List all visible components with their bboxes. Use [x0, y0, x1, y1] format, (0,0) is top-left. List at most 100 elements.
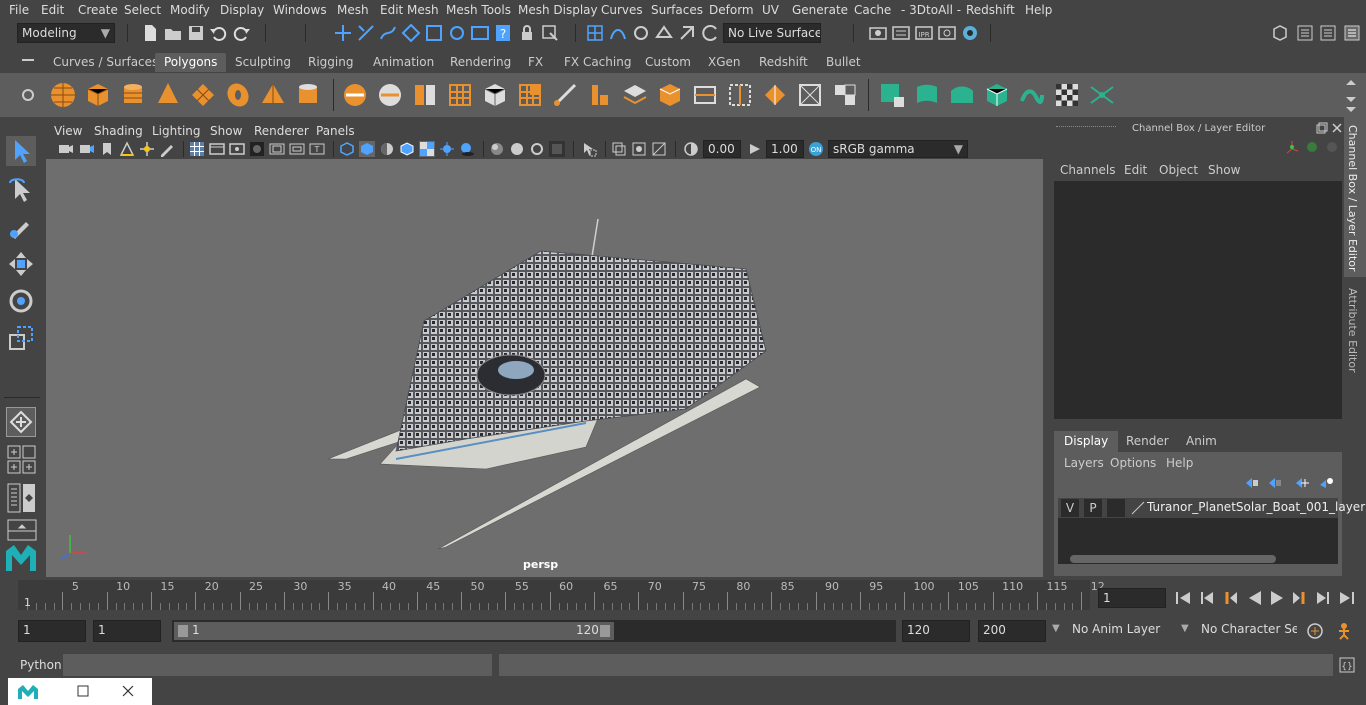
play-forwards-icon[interactable] [1268, 589, 1286, 607]
film-gate-icon[interactable] [209, 141, 225, 157]
menu-edit[interactable]: Edit [41, 3, 64, 17]
anti-aliasing-icon[interactable] [529, 141, 545, 157]
default-material-icon[interactable] [379, 141, 395, 157]
options-menu[interactable]: Options [1110, 456, 1156, 470]
snap-curve-icon[interactable] [608, 23, 628, 43]
step-back-icon[interactable] [1198, 589, 1216, 607]
tab-animation[interactable]: Animation [373, 53, 434, 72]
step-forward-key-icon[interactable] [1290, 589, 1308, 607]
playback-start-field[interactable]: 1 [93, 620, 161, 642]
color-management-icon[interactable]: ON [808, 141, 824, 157]
snap-to-view-icon[interactable] [470, 23, 490, 43]
go-to-end-icon[interactable] [1338, 589, 1356, 607]
channels-menu[interactable]: Channels [1060, 163, 1116, 177]
step-forward-icon[interactable] [1314, 589, 1332, 607]
menu-generate[interactable]: Generate [792, 3, 848, 17]
lock-icon[interactable] [517, 23, 537, 43]
bridge-icon[interactable] [621, 81, 649, 109]
layer-color-swatch-icon[interactable] [1131, 501, 1145, 515]
snap-point-icon[interactable] [631, 23, 651, 43]
append-icon[interactable] [656, 81, 684, 109]
grease-pencil-icon[interactable] [159, 141, 175, 157]
exposure-field[interactable]: 0.00 [703, 140, 741, 158]
tab-fx[interactable]: FX [528, 53, 543, 72]
select-by-hierarchy-icon[interactable] [333, 23, 353, 43]
smooth-icon[interactable] [411, 81, 439, 109]
snap-to-grid-icon[interactable] [401, 23, 421, 43]
range-slider-bar[interactable]: 1 120 [174, 622, 614, 640]
menu-mesh[interactable]: Mesh [337, 3, 369, 17]
offset-edge-loop-icon[interactable] [761, 81, 789, 109]
menu-deform[interactable]: Deform [709, 3, 754, 17]
chevron-down-icon[interactable]: ▼ [1052, 623, 1060, 634]
fill-hole-icon[interactable] [691, 81, 719, 109]
tab-custom[interactable]: Custom [645, 53, 691, 72]
menu-edit-mesh[interactable]: Edit Mesh [380, 3, 439, 17]
uv-cylindrical-icon[interactable] [913, 81, 941, 109]
animation-prefs-icon[interactable] [1334, 622, 1354, 640]
anim-layer-dropdown[interactable]: No Anim Layer [1068, 620, 1174, 642]
field-chart-icon[interactable] [269, 141, 285, 157]
new-scene-icon[interactable] [140, 23, 160, 43]
poly-pipe-icon[interactable] [294, 81, 322, 109]
move-layer-down-icon[interactable] [1267, 476, 1283, 490]
separate-icon[interactable] [376, 81, 404, 109]
help-menu[interactable]: Help [1166, 456, 1193, 470]
select-tool[interactable] [6, 136, 36, 166]
select-highlight-icon[interactable] [540, 23, 560, 43]
step-back-key-icon[interactable] [1222, 589, 1240, 607]
layout-outliner-icon[interactable] [7, 519, 37, 541]
side-tab-attribute-editor[interactable]: Attribute Editor [1344, 282, 1366, 378]
poly-torus-icon[interactable] [224, 81, 252, 109]
viewport-menu-panels[interactable]: Panels [316, 124, 355, 138]
uv-checker-icon[interactable] [1053, 81, 1081, 109]
circularize-icon[interactable] [831, 81, 859, 109]
end-time-field[interactable]: 200 [978, 620, 1046, 642]
snap-to-curve-icon[interactable] [424, 23, 444, 43]
undo-icon[interactable] [208, 23, 228, 43]
bevel-icon[interactable] [586, 81, 614, 109]
gamma-field[interactable]: 1.00 [766, 140, 804, 158]
menu-modify[interactable]: Modify [170, 3, 210, 17]
range-slider-track[interactable]: 1 120 [172, 620, 896, 642]
channel-sync-icon[interactable] [1304, 139, 1320, 155]
layer-name[interactable]: Turanor_PlanetSolar_Boat_001_layer [1147, 500, 1365, 514]
start-time-field[interactable]: 1 [18, 620, 86, 642]
attribute-editor-toggle-icon[interactable] [1295, 23, 1315, 43]
tab-rendering[interactable]: Rendering [450, 53, 511, 72]
snap-live-icon[interactable] [677, 23, 697, 43]
scale-tool[interactable] [6, 323, 36, 353]
command-input[interactable] [63, 654, 492, 676]
select-by-object-icon[interactable] [356, 23, 376, 43]
snap-grid-icon[interactable] [585, 23, 605, 43]
open-scene-icon[interactable] [163, 23, 183, 43]
close-icon[interactable] [121, 684, 135, 698]
insert-edge-loop-icon[interactable] [726, 81, 754, 109]
tab-xgen[interactable]: XGen [708, 53, 741, 72]
lasso-tool[interactable] [6, 175, 36, 205]
restore-icon[interactable] [76, 684, 90, 698]
current-frame-field[interactable]: 1 [1098, 588, 1166, 608]
menu-surfaces[interactable]: Surfaces [651, 3, 703, 17]
range-end-handle[interactable] [600, 625, 610, 637]
layout-quad-icon[interactable] [7, 445, 37, 475]
move-layer-up-icon[interactable] [1244, 476, 1260, 490]
mode-dropdown[interactable]: Modeling ▼ [17, 23, 115, 43]
camera-icon[interactable] [58, 141, 74, 157]
mirror-icon[interactable] [481, 81, 509, 109]
menu-curves[interactable]: Curves [601, 3, 643, 17]
menu-mesh-display[interactable]: Mesh Display [518, 3, 598, 17]
menu-3dtoall[interactable]: - 3DtoAll - [901, 3, 961, 17]
poly-cylinder-icon[interactable] [119, 81, 147, 109]
screen-space-ao-icon[interactable] [489, 141, 505, 157]
playback-end-field[interactable]: 120 [902, 620, 970, 642]
layer-tab-display[interactable]: Display [1054, 431, 1119, 452]
script-editor-icon[interactable]: {} [1338, 656, 1356, 674]
extrude-icon[interactable] [516, 81, 544, 109]
close-icon[interactable] [1331, 122, 1343, 134]
xray-joints-icon[interactable] [631, 141, 647, 157]
viewport-persp[interactable]: persp [46, 159, 1043, 577]
tab-sculpting[interactable]: Sculpting [235, 53, 291, 72]
character-set-dropdown[interactable]: No Character Set [1197, 620, 1297, 642]
save-scene-icon[interactable] [186, 23, 206, 43]
